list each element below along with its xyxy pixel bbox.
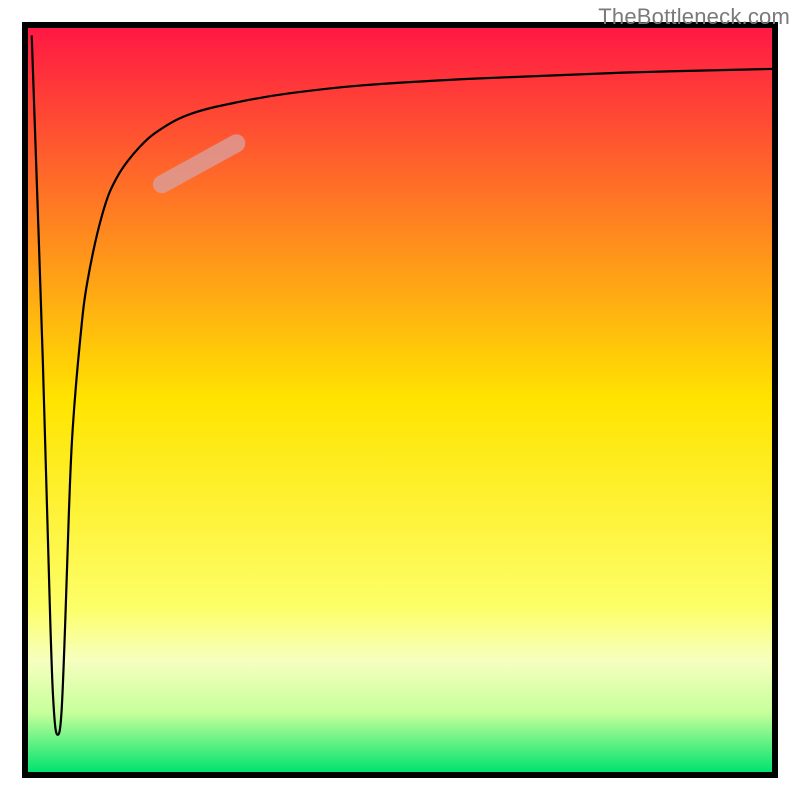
bottleneck-chart: [0, 0, 800, 800]
chart-container: TheBottleneck.com: [0, 0, 800, 800]
watermark-text: TheBottleneck.com: [598, 4, 790, 30]
gradient-background: [28, 28, 772, 772]
